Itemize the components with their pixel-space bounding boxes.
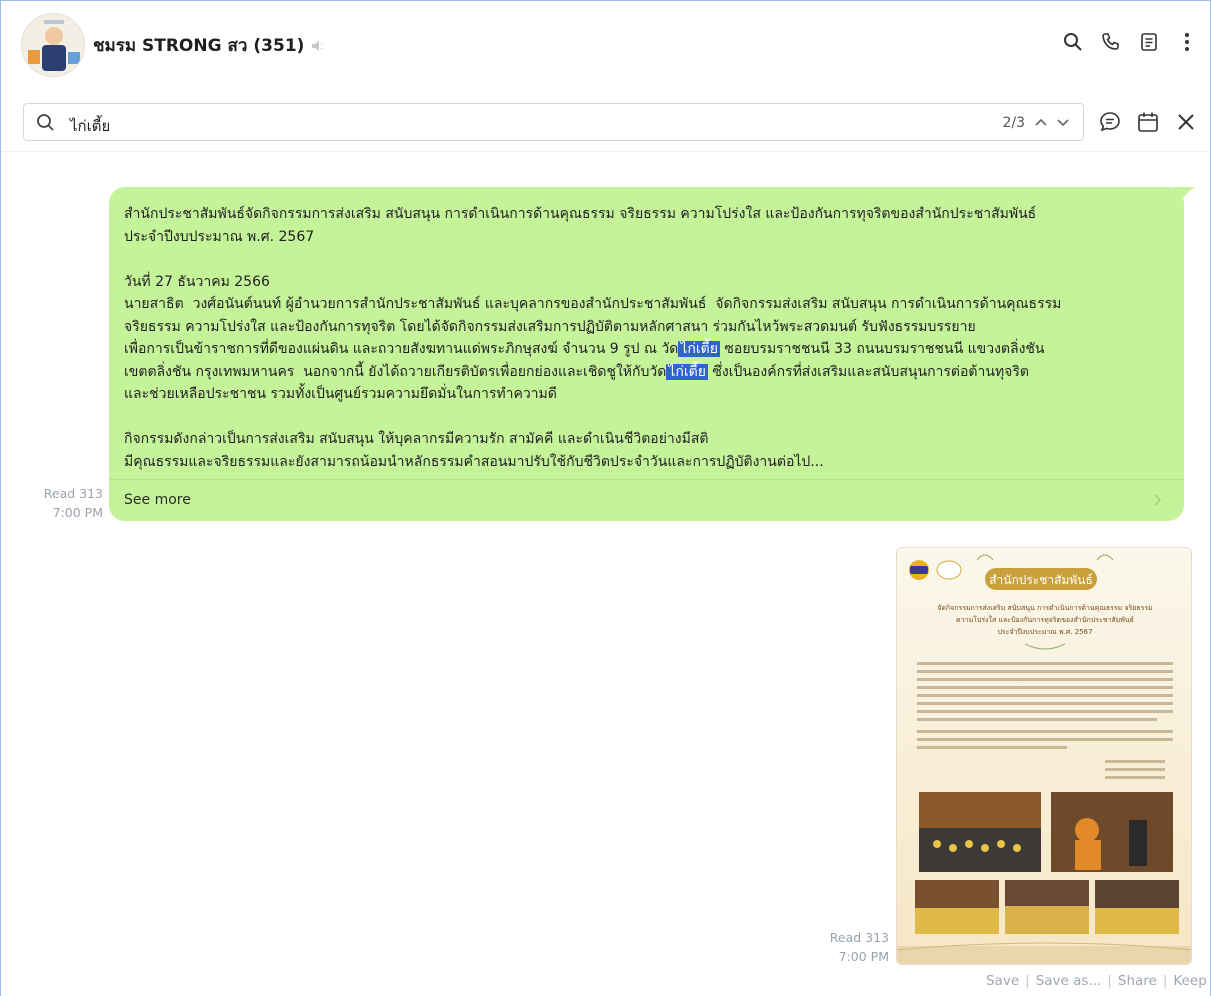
image-meta: Read 313 7:00 PM bbox=[817, 928, 889, 966]
notes-icon[interactable] bbox=[1138, 31, 1160, 53]
keep-button[interactable]: Keep bbox=[1173, 973, 1206, 989]
chevron-down-icon[interactable] bbox=[1055, 114, 1071, 130]
search-icon[interactable] bbox=[1062, 31, 1084, 53]
see-more-link[interactable]: See more bbox=[124, 492, 191, 508]
message-text: สำนักประชาสัมพันธ์จัดกิจกรรมการส่งเสริม … bbox=[124, 203, 1164, 473]
poster-heading-3: ประจำปีงบประมาณ พ.ศ. 2567 bbox=[997, 628, 1092, 636]
avatar[interactable] bbox=[21, 13, 85, 77]
separator: | bbox=[1107, 973, 1112, 989]
message-paragraph: กิจกรรมดังกล่าวเป็นการส่งเสริม สนับสนุน … bbox=[124, 431, 824, 470]
mute-icon bbox=[312, 40, 323, 51]
chat-window: ชมรม STRONG สว (351) ไก่เตี้ย 2/3 สำนักป… bbox=[0, 0, 1211, 996]
phone-icon[interactable] bbox=[1100, 31, 1122, 53]
chat-header: ชมรม STRONG สว (351) bbox=[1, 1, 1210, 89]
calendar-icon[interactable] bbox=[1136, 110, 1160, 134]
message-paragraph: สำนักประชาสัมพันธ์จัดกิจกรรมการส่งเสริม … bbox=[124, 206, 1037, 245]
chat-filter-icon[interactable] bbox=[1098, 110, 1122, 134]
image-actions: Save | Save as... | Share | Keep bbox=[986, 973, 1207, 989]
poster-heading-2: ความโปร่งใส และป้องกันการทุจริตของสำนักป… bbox=[956, 615, 1134, 624]
search-highlight: ไก่เตี้ย bbox=[666, 363, 708, 380]
chevron-right-icon[interactable] bbox=[1151, 493, 1163, 507]
more-icon[interactable] bbox=[1176, 31, 1198, 53]
read-receipt: Read 313 bbox=[829, 930, 889, 945]
save-button[interactable]: Save bbox=[986, 973, 1019, 989]
chat-title[interactable]: ชมรม STRONG สว (351) bbox=[93, 32, 326, 59]
timestamp: 7:00 PM bbox=[838, 949, 889, 964]
search-highlight: ไก่เตี้ย bbox=[678, 341, 720, 357]
poster-image: สำนักประชาสัมพันธ์ จัดกิจกรรมการส่งเสริม… bbox=[897, 548, 1191, 964]
member-count: (351) bbox=[253, 35, 305, 56]
close-icon[interactable] bbox=[1174, 110, 1198, 134]
read-receipt: Read 313 bbox=[43, 486, 103, 501]
timestamp: 7:00 PM bbox=[52, 505, 103, 520]
search-bar: ไก่เตี้ย 2/3 bbox=[1, 99, 1210, 149]
poster-heading-1: จัดกิจกรรมการส่งเสริม สนับสนุน การดำเนิน… bbox=[937, 604, 1153, 612]
separator: | bbox=[1162, 973, 1168, 989]
message-meta: Read 313 7:00 PM bbox=[31, 484, 103, 522]
search-icon bbox=[37, 114, 54, 131]
search-query: ไก่เตี้ย bbox=[70, 117, 111, 135]
separator: | bbox=[1025, 973, 1030, 989]
poster-title: สำนักประชาสัมพันธ์ bbox=[989, 573, 1093, 587]
divider bbox=[109, 479, 1184, 480]
search-result-position: 2/3 bbox=[1002, 115, 1025, 131]
save-as-button[interactable]: Save as... bbox=[1036, 973, 1102, 989]
share-button[interactable]: Share bbox=[1118, 973, 1157, 989]
chat-name: ชมรม STRONG สว bbox=[93, 36, 248, 56]
bubble-tail bbox=[1173, 187, 1195, 205]
chevron-up-icon[interactable] bbox=[1033, 114, 1049, 130]
image-message[interactable]: สำนักประชาสัมพันธ์ จัดกิจกรรมการส่งเสริม… bbox=[896, 547, 1192, 965]
search-input[interactable]: ไก่เตี้ย 2/3 bbox=[23, 103, 1084, 141]
